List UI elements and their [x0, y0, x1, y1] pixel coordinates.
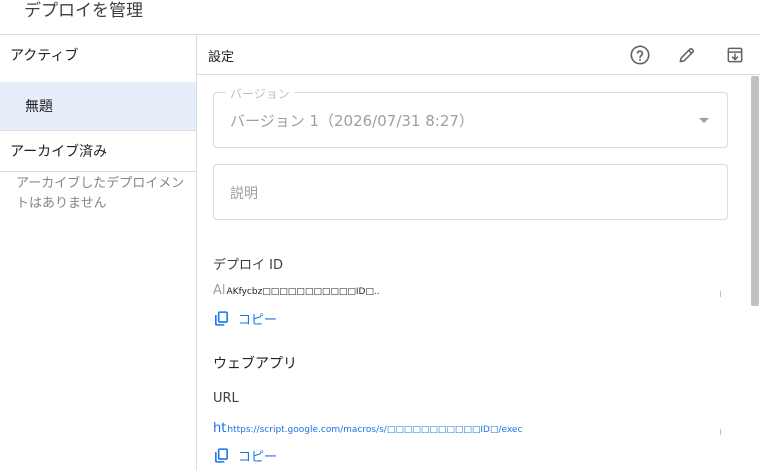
version-select[interactable]: バージョン バージョン 1（2026/07/31 8:27）: [213, 85, 728, 148]
copy-icon: [215, 311, 228, 326]
web-app-section-label: ウェブアプリ: [213, 356, 297, 372]
deployments-sidebar: アクティブ 無題 アーカイブ済み アーカイブしたデプロイメントはありません: [0, 35, 197, 470]
field-end-tick: [720, 429, 721, 435]
deploy-id-value: AlAKfycbz□□□□□□□□□□□ID□..: [213, 283, 380, 298]
copy-icon: [215, 448, 228, 463]
deploy-id-ghost-prefix: Al: [213, 283, 226, 298]
dialog-title: デプロイを管理: [24, 1, 143, 21]
url-ghost-prefix: ht: [213, 421, 227, 436]
pencil-icon[interactable]: [675, 43, 699, 67]
web-app-url[interactable]: hthttps://script.google.com/macros/s/□□□…: [213, 421, 522, 436]
copy-url-button[interactable]: コピー: [213, 446, 277, 465]
content-scrollbar[interactable]: [751, 76, 759, 306]
settings-header: 設定: [197, 35, 760, 75]
description-input[interactable]: 説明: [213, 164, 728, 220]
settings-title: 設定: [208, 50, 235, 65]
dropdown-caret-icon: [699, 118, 709, 123]
description-placeholder: 説明: [230, 186, 258, 202]
deploy-id-label: デプロイ ID: [213, 258, 283, 273]
deploy-id-text: AKfycbz□□□□□□□□□□□ID□..: [226, 287, 380, 297]
section-divider: [0, 171, 196, 172]
archived-section-heading: アーカイブ済み: [10, 144, 108, 160]
section-divider: [0, 130, 196, 131]
active-section-heading: アクティブ: [10, 48, 79, 64]
archived-empty-message: アーカイブしたデプロイメントはありません: [16, 176, 185, 211]
copy-deploy-id-button[interactable]: コピー: [213, 309, 277, 328]
deployment-item-untitled[interactable]: 無題: [0, 82, 196, 130]
version-selected-value: バージョン 1（2026/07/31 8:27）: [230, 112, 474, 130]
field-end-tick: [720, 291, 721, 297]
copy-label: コピー: [238, 313, 278, 328]
url-text: https://script.google.com/macros/s/□□□□□…: [227, 425, 523, 435]
help-circle-icon[interactable]: [628, 43, 652, 67]
version-field-label: バージョン: [226, 85, 294, 102]
deployment-item-label: 無題: [25, 99, 53, 115]
url-label: URL: [213, 391, 239, 406]
copy-label: コピー: [238, 450, 278, 465]
archive-icon[interactable]: [723, 43, 747, 67]
